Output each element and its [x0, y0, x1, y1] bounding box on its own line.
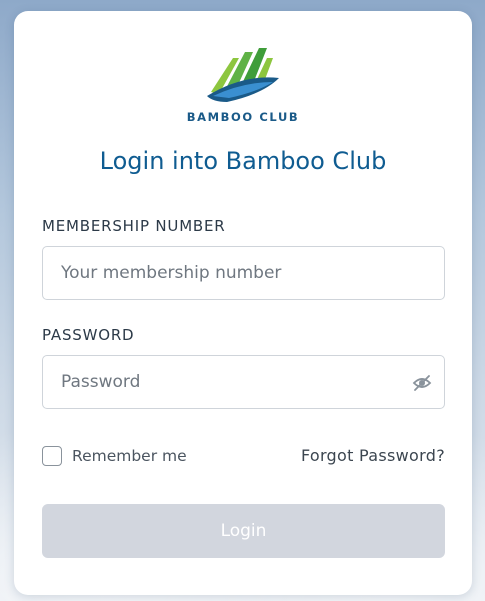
eye-slash-icon[interactable] — [412, 373, 432, 393]
membership-number-label: MEMBERSHIP NUMBER — [42, 217, 226, 235]
forgot-password-link[interactable]: Forgot Password? — [301, 446, 445, 465]
logo-text: BAMBOO CLUB — [186, 110, 300, 124]
login-card: BAMBOO CLUB Login into Bamboo Club MEMBE… — [14, 11, 472, 595]
password-label: PASSWORD — [42, 326, 135, 344]
login-button[interactable]: Login — [42, 504, 445, 558]
remember-me-label: Remember me — [72, 447, 187, 465]
remember-me-checkbox[interactable] — [42, 446, 62, 466]
page-title: Login into Bamboo Club — [99, 147, 387, 175]
bamboo-logo-icon — [207, 48, 279, 102]
bamboo-club-logo: BAMBOO CLUB — [173, 44, 313, 124]
membership-number-input[interactable] — [43, 247, 444, 299]
remember-me[interactable]: Remember me — [42, 446, 187, 466]
password-input[interactable] — [43, 356, 444, 408]
membership-number-field[interactable] — [42, 246, 445, 300]
password-field[interactable] — [42, 355, 445, 409]
